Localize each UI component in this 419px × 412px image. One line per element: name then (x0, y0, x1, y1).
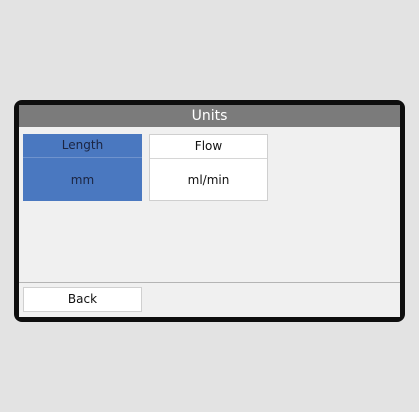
back-button[interactable]: Back (23, 287, 142, 312)
screen-title: Units (191, 108, 228, 124)
flow-unit-tile[interactable]: Flow ml/min (149, 134, 268, 201)
units-screen: Units Length mm Flow ml/min Back (19, 105, 400, 317)
length-label: Length (61, 138, 104, 152)
length-value: mm (70, 172, 95, 187)
flow-value: ml/min (187, 172, 230, 187)
device-frame: Units Length mm Flow ml/min Back (14, 100, 405, 322)
length-unit-tile[interactable]: Length mm (23, 134, 142, 201)
title-bar: Units (19, 105, 400, 127)
footer-divider (19, 282, 400, 283)
flow-label: Flow (194, 139, 223, 153)
